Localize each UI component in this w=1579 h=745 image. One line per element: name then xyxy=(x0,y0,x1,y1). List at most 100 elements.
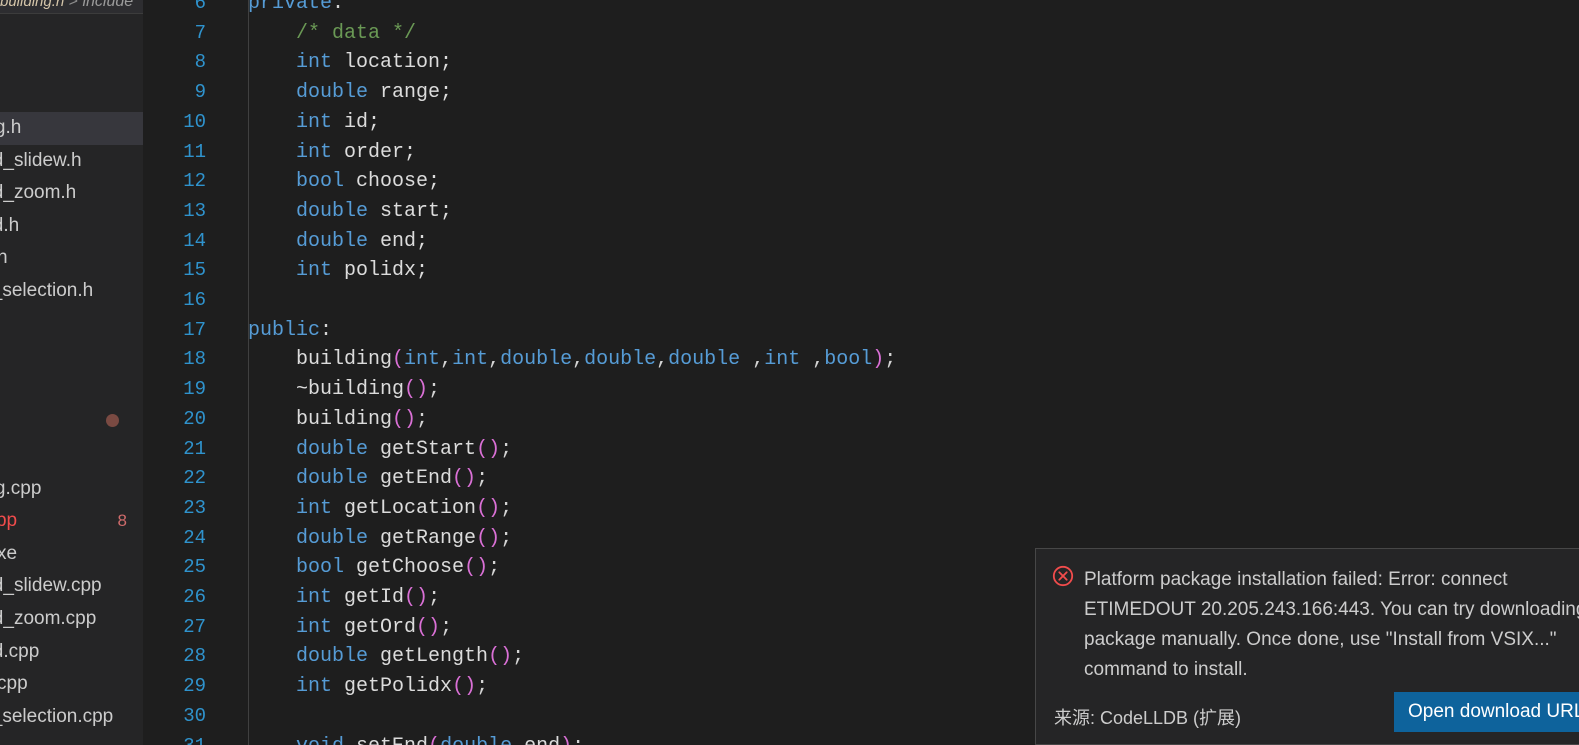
code-line[interactable]: double end; xyxy=(248,230,428,253)
code-token: double xyxy=(440,735,512,745)
tree-item-method-cpp[interactable]: method.cpp xyxy=(0,636,143,669)
code-token: int xyxy=(296,140,333,164)
tree-item-main-cpp[interactable]: main.cpp 8 xyxy=(0,505,143,538)
line-number: 21 xyxy=(183,437,206,460)
code-token: getLocation xyxy=(332,496,477,520)
tree-item-method-slidew-cpp[interactable]: method_slidew.cpp xyxy=(0,570,143,603)
code-token: location; xyxy=(332,51,453,75)
code-line[interactable]: int getLocation(); xyxy=(248,497,512,520)
line-number: 12 xyxy=(183,170,206,193)
code-token: ( xyxy=(392,348,405,372)
tree-item-label: method.cpp xyxy=(0,640,40,662)
line-number: 13 xyxy=(183,199,206,222)
code-line[interactable]: int getOrd(); xyxy=(248,616,452,639)
code-line[interactable]: double range; xyxy=(248,81,452,104)
code-token: () xyxy=(476,526,501,550)
code-line[interactable]: int getId(); xyxy=(248,586,440,609)
notification-toast[interactable]: Platform package installation failed: Er… xyxy=(1035,548,1579,745)
tree-item-source-folder[interactable]: source xyxy=(0,440,143,473)
code-line[interactable]: void setEnd(double end); xyxy=(248,735,584,745)
tree-item-label: shape.cpp xyxy=(0,673,28,695)
tree-item-label: main.exe xyxy=(0,542,18,564)
code-line[interactable]: building(); xyxy=(248,408,428,431)
tree-item-shape-cpp[interactable]: shape.cpp xyxy=(0,668,143,701)
tree-item-method-zoom-h[interactable]: method_zoom.h xyxy=(0,177,143,210)
code-line[interactable]: double getRange(); xyxy=(248,527,512,550)
code-token: bool xyxy=(296,556,345,580)
code-token: double xyxy=(296,645,369,669)
code-line[interactable]: public: xyxy=(248,319,332,342)
code-token: public xyxy=(248,318,321,342)
code-line[interactable]: int getPolidx(); xyxy=(248,675,488,698)
tree-item-method-slidew-h[interactable]: method_slidew.h xyxy=(0,145,143,178)
breadcrumb[interactable]: building.h > include xyxy=(0,0,143,14)
code-line[interactable]: bool getChoose(); xyxy=(248,556,500,579)
tree-item-shape-selection-h[interactable]: shape_selection.h xyxy=(0,275,143,308)
breadcrumb-file[interactable]: building.h xyxy=(0,0,64,10)
code-token: , xyxy=(488,348,501,372)
notification-body: Platform package installation failed: Er… xyxy=(1036,549,1579,685)
tree-item-main-exe[interactable]: main.exe xyxy=(0,538,143,571)
file-tree-include: building.h method_slidew.h method_zoom.hme… xyxy=(0,112,143,308)
code-line[interactable]: int location; xyxy=(248,51,452,74)
code-token: int xyxy=(296,110,333,134)
code-token: double xyxy=(296,526,369,550)
code-token: int xyxy=(296,259,333,283)
breadcrumb-separator-icon: > xyxy=(68,0,79,10)
line-number: 10 xyxy=(183,110,206,133)
code-line[interactable]: /* data */ xyxy=(248,22,416,45)
open-download-url-button[interactable]: Open download URL xyxy=(1394,692,1579,732)
tree-item-method-h[interactable]: method.h xyxy=(0,210,143,243)
code-line[interactable]: double getStart(); xyxy=(248,438,512,461)
code-line[interactable]: int polidx; xyxy=(248,259,428,282)
code-token: : xyxy=(320,318,333,342)
code-line[interactable]: int order; xyxy=(248,141,416,164)
code-token: int xyxy=(764,348,801,372)
code-line[interactable]: bool choose; xyxy=(248,170,440,193)
code-token: range; xyxy=(368,81,453,105)
code-line[interactable]: int id; xyxy=(248,111,380,134)
code-line[interactable]: ~building(); xyxy=(248,378,440,401)
tree-item-label: method_slidew.h xyxy=(0,149,82,171)
code-token: ; xyxy=(500,437,513,461)
code-token: () xyxy=(476,496,501,520)
code-token: bool xyxy=(824,348,873,372)
code-token: polidx; xyxy=(332,259,429,283)
tree-item-shape-h[interactable]: shape.h xyxy=(0,242,143,275)
tree-item-building-cpp[interactable]: building.cpp xyxy=(0,473,143,506)
code-token: () xyxy=(416,615,441,639)
code-line[interactable]: double start; xyxy=(248,200,452,223)
code-token: double xyxy=(584,348,657,372)
line-number: 15 xyxy=(183,259,206,282)
line-number: 30 xyxy=(183,704,206,727)
tree-item-label: shape.h xyxy=(0,247,8,269)
tree-item-shape-selection-cpp[interactable]: shape_selection.cpp xyxy=(0,701,143,734)
code-line[interactable]: building(int,int,double,double,double ,i… xyxy=(248,348,896,371)
code-token: ; xyxy=(476,675,489,699)
code-line[interactable]: private: xyxy=(248,0,344,15)
code-token: ; xyxy=(500,526,513,550)
code-token: int xyxy=(296,586,333,609)
line-number: 14 xyxy=(183,229,206,252)
code-token: getLength xyxy=(368,645,489,669)
tree-item-method-zoom-cpp[interactable]: method_zoom.cpp xyxy=(0,603,143,636)
code-token: int xyxy=(404,348,441,372)
line-number: 8 xyxy=(194,51,206,74)
breadcrumb-folder[interactable]: include xyxy=(82,0,133,10)
code-line[interactable]: double getLength(); xyxy=(248,645,524,668)
code-line[interactable]: double getEnd(); xyxy=(248,467,488,490)
line-number: 24 xyxy=(183,526,206,549)
code-token: void xyxy=(296,735,344,745)
notification-footer: 来源: CodeLLDB (扩展) Open download URL xyxy=(1036,692,1579,744)
tree-item-building-h[interactable]: building.h xyxy=(0,112,143,145)
code-token: , xyxy=(440,348,453,372)
code-token: int xyxy=(296,496,333,520)
code-token: ( xyxy=(428,735,440,745)
